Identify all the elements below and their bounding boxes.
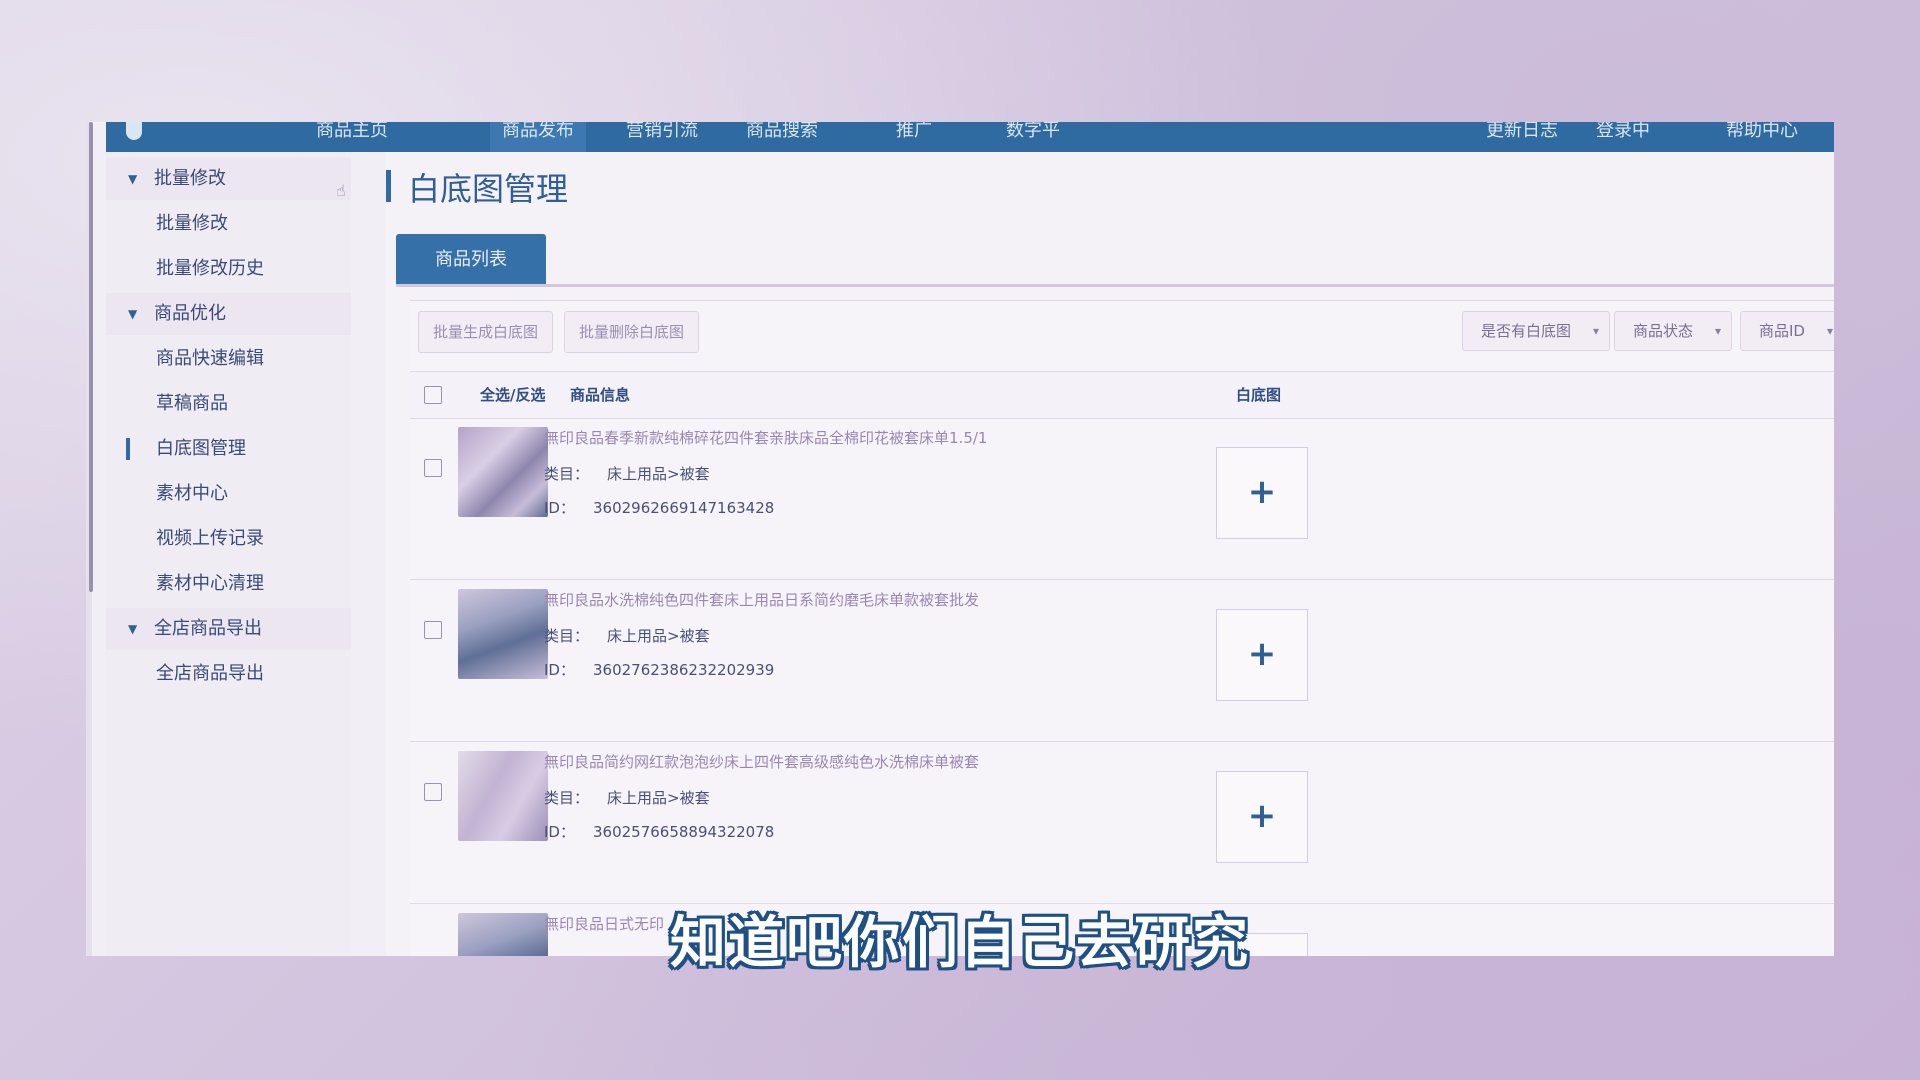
batch-delete-button[interactable]: 批量删除白底图: [564, 311, 700, 353]
id-value: 3602962669147163428: [592, 499, 775, 517]
top-navigation-bar: 商品主页 商品发布 营销引流 商品搜索 推广 数字平 更新日志 登录中 帮助中心: [106, 122, 1834, 152]
chevron-down-icon: ▾: [1826, 324, 1833, 338]
filter-label: 商品状态: [1633, 322, 1694, 340]
sidebar-item-label: 全店商品导出: [156, 663, 264, 684]
add-white-bg-button[interactable]: +: [1216, 447, 1308, 539]
topnav-item-5[interactable]: 数字平: [1006, 122, 1060, 142]
product-thumbnail[interactable]: [458, 589, 548, 679]
topnav-right-0[interactable]: 更新日志: [1486, 122, 1558, 142]
sidebar-item-label: 素材中心: [156, 483, 228, 504]
product-title[interactable]: 無印良品水洗棉纯色四件套床上用品日系简约磨毛床单款被套批发: [544, 589, 979, 610]
sidebar-item-quick-edit[interactable]: 商品快速编辑: [106, 338, 351, 380]
video-subtitle: 知道吧你们自己去研究: [670, 911, 1250, 976]
row-checkbox[interactable]: [424, 459, 442, 477]
caret-down-icon: ▼: [128, 172, 138, 186]
add-white-bg-button[interactable]: +: [1216, 771, 1308, 863]
product-category: 类目： 床上用品>被套: [544, 463, 710, 484]
product-id: ID： 3602762386232202939: [544, 659, 774, 680]
product-panel: 批量生成白底图 批量删除白底图 是否有白底图 ▾ 商品状态 ▾ 商品ID ▾ 全…: [410, 300, 1834, 956]
product-thumbnail[interactable]: [458, 751, 548, 841]
logo-icon: [126, 122, 142, 140]
topnav-item-1-active[interactable]: 商品发布: [490, 122, 586, 152]
product-id: ID： 3602576658894322078: [544, 821, 774, 842]
filter-has-white-bg[interactable]: 是否有白底图 ▾: [1462, 311, 1611, 351]
select-all-checkbox[interactable]: [424, 386, 442, 404]
table-row: 無印良品春季新款纯棉碎花四件套亲肤床品全棉印花被套床单1.5/1 类目： 床上用品…: [410, 419, 1834, 580]
product-title[interactable]: 無印良品春季新款纯棉碎花四件套亲肤床品全棉印花被套床单1.5/1: [544, 427, 987, 448]
tab-divider: [396, 284, 1834, 287]
outer-scrollbar-thumb[interactable]: [89, 122, 93, 592]
filter-product-status[interactable]: 商品状态 ▾: [1614, 311, 1733, 351]
id-label: ID：: [544, 823, 575, 841]
caret-down-icon: ▼: [128, 622, 138, 636]
title-accent-bar: [386, 170, 391, 202]
filter-label: 商品ID: [1759, 322, 1805, 340]
category-value: 床上用品>被套: [607, 465, 710, 483]
main-content: 白底图管理 商品列表 批量生成白底图 批量删除白底图 是否有白底图 ▾ 商品状态…: [386, 152, 1834, 956]
category-value: 床上用品>被套: [607, 789, 710, 807]
category-label: 类目：: [544, 627, 590, 645]
topnav-item-4[interactable]: 推广: [896, 122, 932, 142]
id-label: ID：: [544, 661, 575, 679]
category-value: 床上用品>被套: [607, 627, 710, 645]
table-header: 全选/反选 商品信息 白底图: [410, 371, 1834, 419]
id-value: 3602762386232202939: [592, 661, 775, 679]
id-label: ID：: [544, 499, 575, 517]
caret-down-icon: ▼: [128, 307, 138, 321]
sidebar-item-label: 素材中心清理: [156, 573, 264, 594]
sidebar-group-store-export[interactable]: ▼ 全店商品导出: [106, 608, 351, 650]
product-thumbnail[interactable]: [458, 427, 548, 517]
product-category: 类目： 床上用品>被套: [544, 625, 710, 646]
product-title[interactable]: 無印良品简约网红款泡泡纱床上四件套高级感纯色水洗棉床单被套: [544, 751, 979, 772]
add-white-bg-button[interactable]: +: [1216, 609, 1308, 701]
sidebar-item-batch-edit-history[interactable]: 批量修改历史: [106, 248, 351, 290]
tab-product-list[interactable]: 商品列表: [396, 234, 546, 286]
sidebar-item-material-cleanup[interactable]: 素材中心清理: [106, 563, 351, 605]
sidebar-item-store-export[interactable]: 全店商品导出: [106, 653, 351, 695]
header-white-bg: 白底图: [1236, 386, 1282, 404]
sidebar-item-white-bg-manage[interactable]: 白底图管理: [106, 428, 351, 470]
sidebar-item-label: 白底图管理: [156, 438, 246, 459]
sidebar-item-label: 草稿商品: [156, 393, 228, 414]
topnav-item-0[interactable]: 商品主页: [316, 122, 388, 142]
batch-generate-button[interactable]: 批量生成白底图: [418, 311, 554, 353]
topnav-right-1[interactable]: 登录中: [1596, 122, 1650, 142]
category-label: 类目：: [544, 789, 590, 807]
topnav-item-2[interactable]: 营销引流: [626, 122, 698, 142]
row-checkbox[interactable]: [424, 783, 442, 801]
sidebar-item-label: 商品优化: [154, 303, 226, 324]
page-title: 白底图管理: [408, 170, 569, 208]
sidebar-item-label: 商品快速编辑: [156, 348, 264, 369]
app-screen: 商品主页 商品发布 营销引流 商品搜索 推广 数字平 更新日志 登录中 帮助中心…: [86, 122, 1834, 956]
sidebar-item-material-center[interactable]: 素材中心: [106, 473, 351, 515]
sidebar-item-batch-edit[interactable]: 批量修改: [106, 203, 351, 245]
table-row: 無印良品水洗棉纯色四件套床上用品日系简约磨毛床单款被套批发 类目： 床上用品>被套…: [410, 581, 1834, 742]
sidebar-group-product-optimize[interactable]: ▼ 商品优化: [106, 293, 351, 335]
outer-scrollbar[interactable]: [86, 122, 93, 956]
sidebar-item-label: 视频上传记录: [156, 528, 264, 549]
chevron-down-icon: ▾: [1592, 324, 1600, 338]
filter-product-id[interactable]: 商品ID ▾: [1740, 311, 1834, 351]
id-value: 3602576658894322078: [592, 823, 775, 841]
row-checkbox[interactable]: [424, 621, 442, 639]
category-label: 类目：: [544, 465, 590, 483]
active-indicator: [126, 438, 130, 460]
sidebar-item-drafts[interactable]: 草稿商品: [106, 383, 351, 425]
table-row: 無印良品简约网红款泡泡纱床上四件套高级感纯色水洗棉床单被套 类目： 床上用品>被套…: [410, 743, 1834, 904]
sidebar-item-label: 全店商品导出: [154, 618, 262, 639]
filter-label: 是否有白底图: [1481, 322, 1572, 340]
sidebar-item-label: 批量修改: [154, 168, 226, 189]
sidebar-group-batch-edit[interactable]: ▼ 批量修改 ☝: [106, 158, 351, 200]
sidebar: ▼ 批量修改 ☝ 批量修改 批量修改历史 ▼ 商品优化 商品快速编辑 草稿商品 …: [106, 152, 351, 956]
topnav-right-2[interactable]: 帮助中心: [1726, 122, 1798, 142]
topnav-item-3[interactable]: 商品搜索: [746, 122, 818, 142]
product-category: 类目： 床上用品>被套: [544, 787, 710, 808]
product-id: ID： 3602962669147163428: [544, 497, 774, 518]
sidebar-item-video-upload-log[interactable]: 视频上传记录: [106, 518, 351, 560]
sidebar-item-label: 批量修改历史: [156, 258, 264, 279]
select-all-label[interactable]: 全选/反选: [480, 372, 545, 418]
header-product-info: 商品信息: [570, 386, 631, 404]
chevron-down-icon: ▾: [1714, 324, 1722, 338]
sidebar-item-label: 批量修改: [156, 213, 228, 234]
